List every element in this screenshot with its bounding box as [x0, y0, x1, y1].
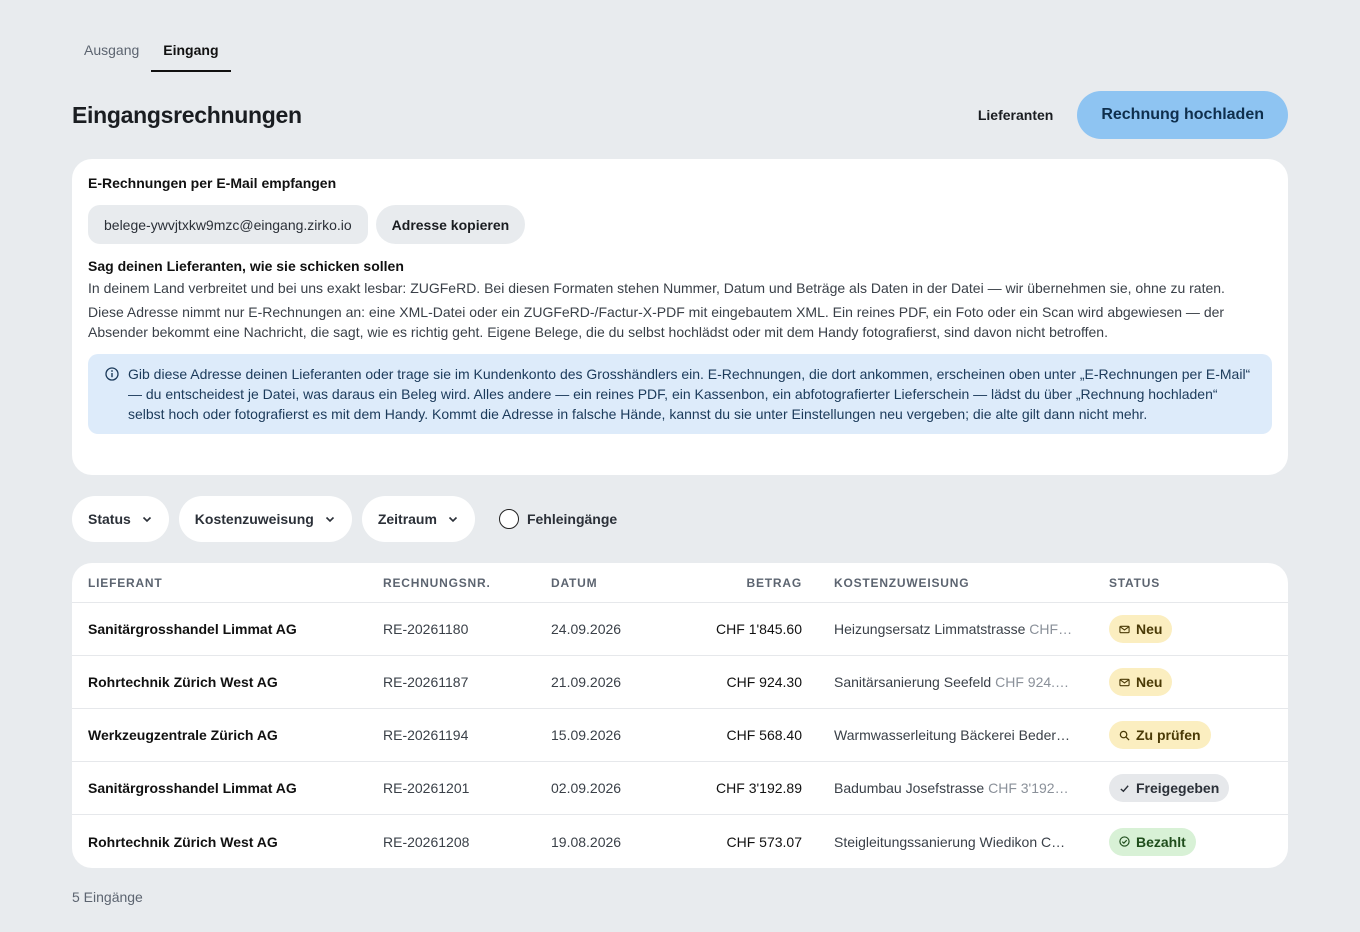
- assignment-amount: CHF 3'192…: [988, 780, 1069, 796]
- status-label: Zu prüfen: [1136, 727, 1201, 743]
- table-row[interactable]: Rohrtechnik Zürich West AG RE-20261208 1…: [72, 815, 1288, 868]
- cell-invoice-number: RE-20261187: [383, 674, 469, 690]
- copy-address-button[interactable]: Adresse kopieren: [375, 205, 526, 244]
- page-title: Eingangsrechnungen: [72, 101, 302, 128]
- address-row: belege-ywvjtxkw9mzc@eingang.zirko.io Adr…: [88, 205, 1272, 244]
- table-body: Sanitärgrosshandel Limmat AG RE-20261180…: [72, 603, 1288, 868]
- cell-cost-assignment: Sanitärsanierung Seefeld CHF 924.…: [834, 674, 1079, 690]
- search-icon: [1119, 730, 1136, 741]
- info-text: Gib diese Adresse deinen Lieferanten ode…: [128, 366, 1251, 422]
- status-label: Freigegeben: [1136, 780, 1220, 796]
- assignment-project: Heizungsersatz Limmatstrasse: [834, 621, 1026, 637]
- check-icon: [1119, 783, 1136, 794]
- missing-entries-toggle[interactable]: Fehleingänge: [498, 509, 618, 529]
- cell-invoice-number: RE-20261194: [383, 727, 469, 743]
- tab-bar: Ausgang Eingang: [72, 32, 231, 72]
- filter-bar: Status Kostenzuweisung Zeitraum Fehleing…: [72, 496, 617, 542]
- cost-filter-label: Kostenzuweisung: [194, 511, 314, 527]
- cell-cost-assignment: Heizungsersatz Limmatstrasse CHF…: [834, 621, 1079, 637]
- info-box: Gib diese Adresse deinen Lieferanten ode…: [88, 354, 1272, 434]
- cell-supplier: Rohrtechnik Zürich West AG: [88, 674, 278, 690]
- cell-amount: CHF 924.30: [726, 674, 802, 690]
- info-icon: [105, 367, 119, 381]
- cell-supplier: Werkzeugzentrale Zürich AG: [88, 727, 278, 743]
- assignment-project: Sanitärsanierung Seefeld: [834, 674, 992, 690]
- header-date[interactable]: DATUM: [551, 576, 597, 590]
- cell-invoice-number: RE-20261180: [383, 621, 469, 637]
- cell-date: 21.09.2026: [551, 674, 622, 690]
- assignment-project: Warmwasserleitung Bäckerei Beder…: [834, 727, 1071, 743]
- cell-amount: CHF 573.07: [726, 833, 802, 850]
- status-badge: Neu: [1109, 615, 1173, 643]
- status-filter[interactable]: Status: [72, 496, 169, 542]
- cell-supplier: Rohrtechnik Zürich West AG: [88, 833, 278, 850]
- mail-icon: [1119, 677, 1136, 688]
- cell-cost-assignment: Badumbau Josefstrasse CHF 3'192…: [834, 780, 1079, 796]
- status-label: Bezahlt: [1136, 833, 1186, 850]
- table-row[interactable]: Sanitärgrosshandel Limmat AG RE-20261180…: [72, 603, 1288, 656]
- chevron-down-icon: [448, 516, 458, 523]
- upload-invoice-button[interactable]: Rechnung hochladen: [1077, 91, 1288, 139]
- cell-date: 19.08.2026: [551, 833, 622, 850]
- rules-paragraph: Diese Adresse nimmt nur E-Rechnungen an:…: [88, 304, 1225, 340]
- page-header: Eingangsrechnungen Lieferanten Rechnung …: [72, 91, 1288, 139]
- header-status[interactable]: STATUS: [1109, 576, 1160, 590]
- tab-eingang[interactable]: Eingang: [151, 32, 231, 72]
- status-filter-label: Status: [88, 511, 131, 527]
- cell-cost-assignment: Warmwasserleitung Bäckerei Beder…: [834, 727, 1079, 743]
- status-badge: Neu: [1109, 668, 1173, 696]
- cell-date: 15.09.2026: [551, 727, 622, 743]
- table-row[interactable]: Rohrtechnik Zürich West AG RE-20261187 2…: [72, 656, 1288, 709]
- invoice-table: LIEFERANT RECHNUNGSNR. DATUM BETRAG KOST…: [72, 563, 1288, 868]
- table-header: LIEFERANT RECHNUNGSNR. DATUM BETRAG KOST…: [72, 563, 1288, 603]
- header-supplier[interactable]: LIEFERANT: [88, 576, 163, 590]
- mail-icon: [1119, 624, 1136, 635]
- chevron-down-icon: [142, 516, 151, 523]
- cell-status: Neu: [1109, 668, 1173, 696]
- cell-cost-assignment: Steigleitungssanierung Wiedikon C…: [834, 834, 1079, 850]
- status-label: Neu: [1136, 621, 1163, 637]
- suppliers-link[interactable]: Lieferanten: [978, 107, 1053, 123]
- cell-date: 02.09.2026: [551, 780, 622, 796]
- missing-entries-checkbox[interactable]: [498, 509, 519, 529]
- cost-assignment-filter[interactable]: Kostenzuweisung: [178, 496, 352, 542]
- missing-entries-label: Fehleingänge: [526, 511, 618, 527]
- email-receive-card: E-Rechnungen per E-Mail empfangen belege…: [72, 159, 1288, 475]
- entries-count: 5 Eingänge: [72, 889, 143, 905]
- format-paragraph: In deinem Land verbreitet und bei uns ex…: [88, 280, 1225, 296]
- cell-status: Neu: [1109, 615, 1173, 643]
- status-badge: Zu prüfen: [1109, 721, 1211, 749]
- table-row[interactable]: Sanitärgrosshandel Limmat AG RE-20261201…: [72, 762, 1288, 815]
- period-filter-label: Zeitraum: [377, 511, 437, 527]
- cell-amount: CHF 3'192.89: [716, 780, 802, 796]
- check-circle-icon: [1119, 836, 1136, 847]
- cell-supplier: Sanitärgrosshandel Limmat AG: [88, 621, 297, 637]
- status-label: Neu: [1136, 674, 1163, 690]
- header-amount[interactable]: BETRAG: [662, 576, 802, 590]
- assignment-amount: CHF 924.…: [995, 674, 1070, 690]
- status-badge: Freigegeben: [1109, 774, 1230, 802]
- assignment-amount: CHF…: [1029, 621, 1073, 637]
- cell-amount: CHF 568.40: [726, 727, 802, 743]
- cell-invoice-number: RE-20261208: [383, 833, 470, 850]
- period-filter[interactable]: Zeitraum: [361, 496, 475, 542]
- header-assignment[interactable]: KOSTENZUWEISUNG: [834, 576, 969, 590]
- card-subtitle: Sag deinen Lieferanten, wie sie schicken…: [88, 258, 404, 274]
- tab-ausgang[interactable]: Ausgang: [72, 32, 151, 72]
- cell-invoice-number: RE-20261201: [383, 780, 470, 796]
- cell-status: Bezahlt: [1109, 827, 1196, 856]
- chevron-down-icon: [325, 516, 334, 523]
- status-badge: Bezahlt: [1109, 827, 1196, 856]
- header-number[interactable]: RECHNUNGSNR.: [383, 576, 491, 590]
- assignment-project: Steigleitungssanierung Wiedikon C…: [834, 833, 1066, 850]
- email-address-field[interactable]: belege-ywvjtxkw9mzc@eingang.zirko.io: [88, 205, 368, 244]
- cell-status: Freigegeben: [1109, 774, 1230, 802]
- cell-supplier: Sanitärgrosshandel Limmat AG: [88, 780, 297, 796]
- cell-status: Zu prüfen: [1109, 721, 1211, 749]
- card-title: E-Rechnungen per E-Mail empfangen: [88, 175, 337, 191]
- cell-date: 24.09.2026: [551, 621, 622, 637]
- table-row[interactable]: Werkzeugzentrale Zürich AG RE-20261194 1…: [72, 709, 1288, 762]
- cell-amount: CHF 1'845.60: [716, 621, 802, 637]
- assignment-project: Badumbau Josefstrasse: [834, 780, 985, 796]
